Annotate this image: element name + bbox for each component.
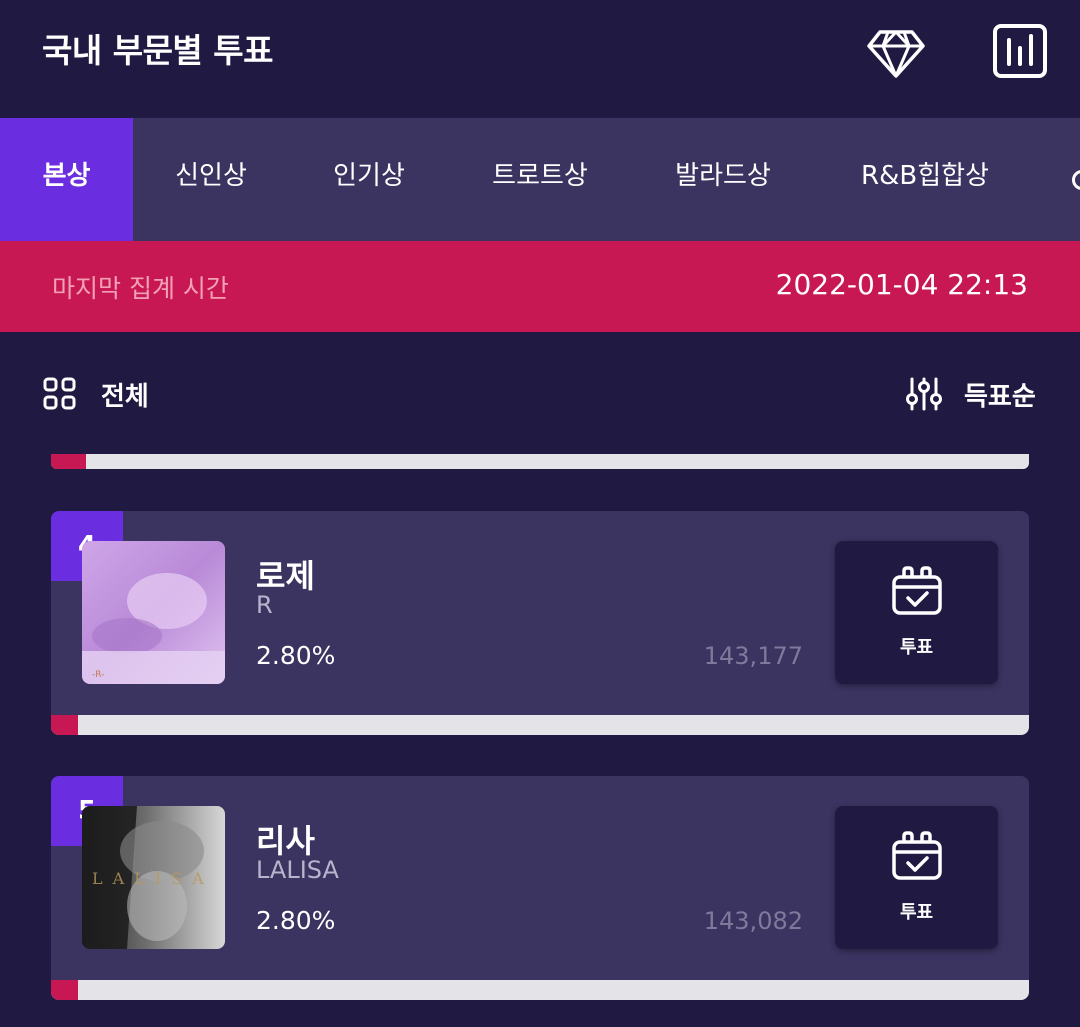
svg-text:-R-: -R- xyxy=(92,670,104,680)
tab-trot-award[interactable]: 트로트상 xyxy=(470,118,610,241)
last-updated-banner: 마지막 집계 시간 2022-01-04 22:13 xyxy=(0,241,1080,332)
vote-button[interactable]: 투표 xyxy=(835,541,998,684)
vote-progress-fill xyxy=(51,980,79,1000)
sort-button[interactable]: 득표순 xyxy=(906,372,1042,416)
diamond-icon[interactable] xyxy=(866,22,926,82)
vote-progress-fill xyxy=(51,715,79,735)
album-cover-image: -R- xyxy=(82,541,225,684)
album-title: LALISA xyxy=(256,856,339,884)
tab-main-award[interactable]: 본상 xyxy=(0,118,133,241)
previous-entry-progress-bar xyxy=(51,454,1029,469)
sliders-icon xyxy=(906,377,942,411)
vote-percentage: 2.80% xyxy=(256,641,336,670)
svg-text:LALISA: LALISA xyxy=(92,869,214,888)
calendar-check-icon xyxy=(892,831,942,880)
tab-popularity-award[interactable]: 인기상 xyxy=(308,118,430,241)
grid-icon xyxy=(43,377,76,410)
previous-entry-progress-fill xyxy=(51,454,86,469)
page-title: 국내 부문별 투표 xyxy=(42,31,274,70)
vote-count: 143,082 xyxy=(703,907,803,935)
tab-ballad-award[interactable]: 발라드상 xyxy=(652,118,794,241)
ranking-card: 4 -R- 로제 R 2.80% 143,177 xyxy=(51,511,1029,735)
album-cover-image: LALISA xyxy=(82,806,225,949)
vote-progress-bar xyxy=(51,715,1029,735)
vote-button-label: 투표 xyxy=(899,902,934,923)
album-title: R xyxy=(256,591,273,619)
more-tab-indicator[interactable] xyxy=(1072,170,1080,190)
category-filter-label: 전체 xyxy=(101,382,149,412)
calendar-check-icon xyxy=(892,566,942,615)
vote-button-label: 투표 xyxy=(899,637,934,658)
vote-percentage: 2.80% xyxy=(256,906,336,935)
ranking-card: 5 LALISA 리사 LALISA 2.80% 143,082 xyxy=(51,776,1029,1000)
last-updated-label: 마지막 집계 시간 xyxy=(52,274,229,303)
stats-icon[interactable] xyxy=(990,22,1050,82)
app-header: 국내 부문별 투표 xyxy=(0,0,1080,118)
tab-rnb-hiphop-award[interactable]: R&B힙합상 xyxy=(840,118,1010,241)
category-filter-button[interactable]: 전체 xyxy=(42,372,162,416)
sort-label: 득표순 xyxy=(964,382,1036,412)
vote-progress-bar xyxy=(51,980,1029,1000)
last-updated-time: 2022-01-04 22:13 xyxy=(775,268,1028,301)
category-tabs: 본상 신인상 인기상 트로트상 발라드상 R&B힙합상 xyxy=(0,118,1080,241)
vote-button[interactable]: 투표 xyxy=(835,806,998,949)
vote-count: 143,177 xyxy=(703,642,803,670)
tab-rookie-award[interactable]: 신인상 xyxy=(150,118,272,241)
